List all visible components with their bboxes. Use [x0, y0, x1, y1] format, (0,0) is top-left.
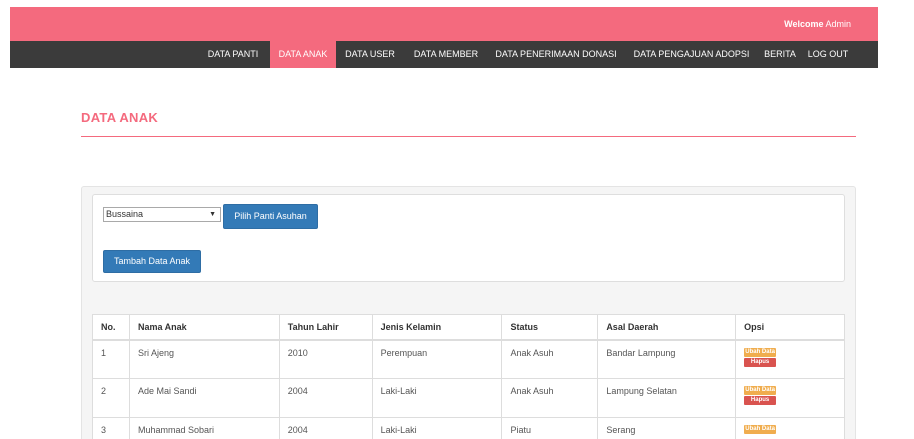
cell-no: 3: [92, 417, 130, 439]
cell-opsi: Ubah Data Hapus Data: [735, 378, 845, 418]
nav-log-out[interactable]: LOG OUT: [804, 41, 852, 68]
tambah-data-anak-button[interactable]: Tambah Data Anak: [103, 250, 201, 273]
col-header-jenis-kelamin: Jenis Kelamin: [371, 314, 503, 341]
cell-asal-daerah: Serang: [597, 417, 737, 439]
panti-select-value: Bussaina: [106, 209, 144, 219]
ubah-data-button[interactable]: Ubah Data: [744, 347, 777, 357]
cell-tahun-lahir: 2010: [278, 339, 373, 379]
cell-opsi: Ubah Data: [735, 417, 845, 439]
top-header-bar: Welcome Admin: [10, 7, 878, 41]
col-header-tahun-lahir: Tahun Lahir: [278, 314, 373, 341]
cell-jenis-kelamin: Laki-Laki: [371, 378, 503, 418]
table-row: 1 Sri Ajeng 2010 Perempuan Anak Asuh Ban…: [92, 339, 845, 379]
cell-jenis-kelamin: Perempuan: [371, 339, 503, 379]
page-title: DATA ANAK: [81, 110, 159, 125]
cell-status: Anak Asuh: [501, 339, 599, 379]
ubah-data-button[interactable]: Ubah Data: [744, 386, 777, 395]
hapus-data-button[interactable]: Hapus Data: [744, 357, 777, 374]
title-divider: [81, 136, 856, 137]
welcome-label: Welcome: [784, 19, 824, 29]
welcome-text: Welcome Admin: [784, 19, 851, 29]
col-header-status: Status: [501, 314, 599, 341]
nav-data-pengajuan-adopsi[interactable]: DATA PENGAJUAN ADOPSI: [626, 41, 757, 68]
ubah-data-button[interactable]: Ubah Data: [744, 425, 777, 434]
cell-tahun-lahir: 2004: [278, 417, 373, 439]
panti-select[interactable]: Bussaina ▼: [103, 207, 221, 222]
cell-asal-daerah: Lampung Selatan: [597, 378, 737, 418]
cell-no: 1: [92, 339, 130, 379]
nav-data-panti[interactable]: DATA PANTI: [199, 41, 267, 68]
chevron-down-icon: ▼: [209, 211, 216, 218]
hapus-data-button[interactable]: Hapus Data: [744, 396, 777, 412]
table-header-row: No. Nama Anak Tahun Lahir Jenis Kelamin …: [92, 314, 845, 341]
cell-status: Anak Asuh: [501, 378, 599, 418]
col-header-no: No.: [92, 314, 130, 341]
cell-asal-daerah: Bandar Lampung: [597, 339, 737, 379]
col-header-nama-anak: Nama Anak: [128, 314, 280, 341]
col-header-asal-daerah: Asal Daerah: [597, 314, 737, 341]
data-anak-table: No. Nama Anak Tahun Lahir Jenis Kelamin …: [92, 314, 845, 439]
cell-nama-anak: Ade Mai Sandi: [128, 378, 280, 418]
col-header-opsi: Opsi: [735, 314, 845, 341]
pilih-panti-button[interactable]: Pilih Panti Asuhan: [223, 204, 318, 229]
data-anak-table-wrapper: No. Nama Anak Tahun Lahir Jenis Kelamin …: [92, 314, 845, 439]
cell-status: Piatu: [501, 417, 599, 439]
cell-jenis-kelamin: Laki-Laki: [371, 417, 503, 439]
user-name: Admin: [825, 19, 851, 29]
cell-no: 2: [92, 378, 130, 418]
nav-data-anak[interactable]: DATA ANAK: [270, 41, 336, 68]
cell-opsi: Ubah Data Hapus Data: [735, 339, 845, 379]
nav-data-member[interactable]: DATA MEMBER: [405, 41, 487, 68]
main-navbar: DATA PANTI DATA ANAK DATA USER DATA MEMB…: [10, 41, 878, 68]
nav-data-penerimaan-donasi[interactable]: DATA PENERIMAAN DONASI: [488, 41, 624, 68]
cell-nama-anak: Sri Ajeng: [128, 339, 280, 379]
nav-berita[interactable]: BERITA: [760, 41, 800, 68]
nav-data-user[interactable]: DATA USER: [338, 41, 402, 68]
table-row: 2 Ade Mai Sandi 2004 Laki-Laki Anak Asuh…: [92, 378, 845, 418]
cell-nama-anak: Muhammad Sobari: [128, 417, 280, 439]
cell-tahun-lahir: 2004: [278, 378, 373, 418]
table-row: 3 Muhammad Sobari 2004 Laki-Laki Piatu S…: [92, 417, 845, 439]
